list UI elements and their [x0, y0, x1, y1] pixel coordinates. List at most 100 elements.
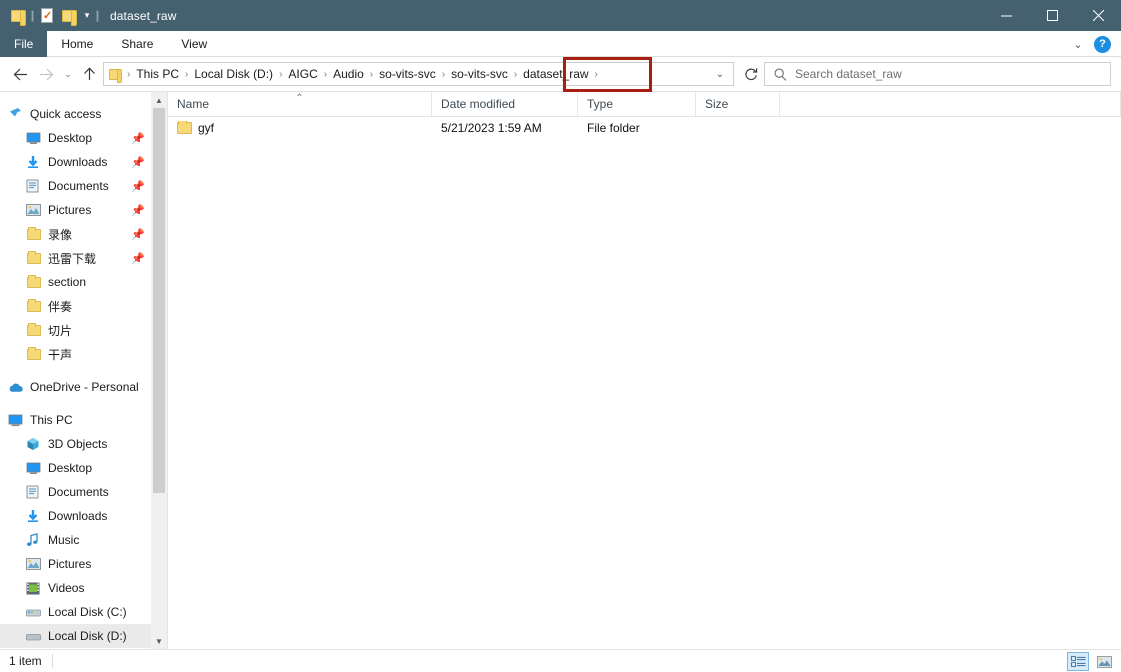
sidebar-item-desktop-pc[interactable]: Desktop [0, 456, 167, 480]
column-header-size[interactable]: Size [696, 92, 780, 116]
sidebar-item-videos[interactable]: Videos [0, 576, 167, 600]
title-bar: ❙ ▾ ❙ dataset_raw [0, 0, 1121, 31]
pin-icon[interactable]: 📌 [131, 228, 145, 241]
refresh-icon[interactable] [738, 67, 764, 81]
folder-icon [26, 322, 48, 336]
sidebar-item-local-disk-d[interactable]: Local Disk (D:) [0, 624, 167, 648]
properties-icon[interactable] [36, 5, 58, 27]
back-button[interactable] [7, 61, 33, 87]
column-header-name[interactable]: ⌃ Name [168, 92, 432, 116]
maximize-icon[interactable] [1029, 0, 1075, 31]
address-folder-icon [104, 68, 126, 83]
breadcrumb: › This PC › Local Disk (D:) › AIGC › Aud… [126, 63, 707, 85]
desktop-icon [26, 462, 48, 475]
status-bar: 1 item [0, 649, 1121, 672]
column-header-filler [780, 92, 1121, 116]
forward-button[interactable] [33, 61, 59, 87]
scroll-down-icon[interactable]: ▼ [151, 633, 167, 649]
sidebar-item-downloads[interactable]: Downloads 📌 [0, 150, 167, 174]
sidebar-item-luxiang[interactable]: 录像 📌 [0, 222, 167, 246]
breadcrumb-item-so-vits-svc-inner[interactable]: so-vits-svc [446, 63, 513, 85]
breadcrumb-item-aigc[interactable]: AIGC [283, 63, 322, 85]
column-header-date-modified[interactable]: Date modified [432, 92, 578, 116]
recent-locations-icon[interactable]: ⌄ [59, 61, 77, 87]
pin-icon[interactable]: 📌 [131, 156, 145, 169]
up-button[interactable] [77, 61, 101, 87]
sidebar-section-onedrive[interactable]: OneDrive - Personal [0, 375, 167, 399]
breadcrumb-item-audio[interactable]: Audio [328, 63, 369, 85]
close-icon[interactable] [1075, 0, 1121, 31]
customize-caret-icon[interactable]: ▾ [80, 10, 94, 21]
sidebar-item-section[interactable]: section [0, 270, 167, 294]
large-icons-view-button[interactable] [1093, 652, 1115, 671]
pin-icon[interactable]: 📌 [131, 204, 145, 217]
scroll-up-icon[interactable]: ▲ [151, 92, 167, 108]
sidebar-label: Local Disk (D:) [48, 629, 127, 643]
breadcrumb-item-dataset-raw[interactable]: dataset_raw [518, 63, 593, 85]
sidebar-label: Music [48, 533, 80, 547]
view-toggle-group [1067, 650, 1115, 672]
scrollbar-thumb[interactable] [153, 108, 165, 493]
sidebar-item-gansheng[interactable]: 干声 [0, 342, 167, 366]
downloads-icon [26, 155, 48, 169]
pin-icon[interactable]: 📌 [131, 180, 145, 193]
breadcrumb-item-this-pc[interactable]: This PC [131, 63, 184, 85]
minimize-icon[interactable] [983, 0, 1029, 31]
sidebar-section-quick-access[interactable]: Quick access [0, 102, 167, 126]
sidebar-label: 录像 [48, 227, 73, 242]
status-divider [51, 654, 53, 668]
sidebar-label: Videos [48, 581, 85, 595]
tab-view[interactable]: View [167, 31, 221, 57]
tab-file[interactable]: File [0, 31, 48, 57]
sidebar-item-documents-pc[interactable]: Documents [0, 480, 167, 504]
sidebar-item-3d-objects[interactable]: 3D Objects [0, 432, 167, 456]
sidebar-item-xunlei-download[interactable]: 迅雷下载 📌 [0, 246, 167, 270]
pictures-icon [26, 204, 48, 216]
3d-objects-icon [26, 437, 48, 451]
sidebar-item-pictures[interactable]: Pictures 📌 [0, 198, 167, 222]
sidebar-label: 干声 [48, 347, 73, 362]
toolbar-divider: ❙ [27, 10, 38, 22]
breadcrumb-separator: › [594, 68, 598, 80]
breadcrumb-item-local-disk-d[interactable]: Local Disk (D:) [189, 63, 278, 85]
sidebar-item-downloads-pc[interactable]: Downloads [0, 504, 167, 528]
sidebar-item-banzou[interactable]: 伴奏 [0, 294, 167, 318]
table-row[interactable]: gyf 5/21/2023 1:59 AM File folder [168, 117, 1121, 139]
sidebar-item-local-disk-c[interactable]: Local Disk (C:) [0, 600, 167, 624]
cell-name[interactable]: gyf [168, 121, 432, 135]
search-input[interactable]: Search dataset_raw [795, 67, 902, 81]
sidebar-item-music[interactable]: Music [0, 528, 167, 552]
chevron-down-icon[interactable]: ⌄ [1066, 31, 1090, 57]
sidebar-section-this-pc[interactable]: This PC [0, 408, 167, 432]
sidebar-item-qiepian[interactable]: 切片 [0, 318, 167, 342]
address-dropdown-icon[interactable]: ⌄ [707, 69, 733, 80]
sidebar-item-documents[interactable]: Documents 📌 [0, 174, 167, 198]
sidebar-scrollbar[interactable]: ▲ ▼ [151, 92, 167, 649]
pin-icon[interactable]: 📌 [131, 132, 145, 145]
folder-icon [177, 121, 192, 134]
pin-icon[interactable]: 📌 [131, 252, 145, 265]
sidebar-label: section [48, 275, 87, 289]
sidebar-item-desktop[interactable]: Desktop 📌 [0, 126, 167, 150]
folder-icon [26, 346, 48, 360]
folder-icon [26, 226, 48, 240]
desktop-icon [26, 132, 48, 145]
cell-date-modified: 5/21/2023 1:59 AM [441, 121, 542, 135]
breadcrumb-item-so-vits-svc[interactable]: so-vits-svc [374, 63, 441, 85]
column-header-type[interactable]: Type [578, 92, 696, 116]
sidebar-label: Downloads [48, 509, 108, 523]
help-icon[interactable]: ? [1094, 35, 1111, 53]
address-bar[interactable]: › This PC › Local Disk (D:) › AIGC › Aud… [103, 62, 734, 86]
sidebar-label: Desktop [48, 131, 93, 145]
tab-share[interactable]: Share [107, 31, 167, 57]
tab-home[interactable]: Home [47, 31, 107, 57]
explorer-body: Quick access Desktop 📌 Downloads 📌 Docum… [0, 91, 1121, 649]
folder-icon[interactable] [7, 5, 29, 27]
search-box[interactable]: Search dataset_raw [764, 62, 1111, 86]
details-view-button[interactable] [1067, 652, 1089, 671]
folder-icon [26, 250, 48, 264]
sidebar-item-pictures-pc[interactable]: Pictures [0, 552, 167, 576]
sidebar-label: 迅雷下载 [48, 251, 97, 266]
new-folder-icon[interactable] [58, 5, 80, 27]
sidebar-label: Pictures [48, 203, 92, 217]
